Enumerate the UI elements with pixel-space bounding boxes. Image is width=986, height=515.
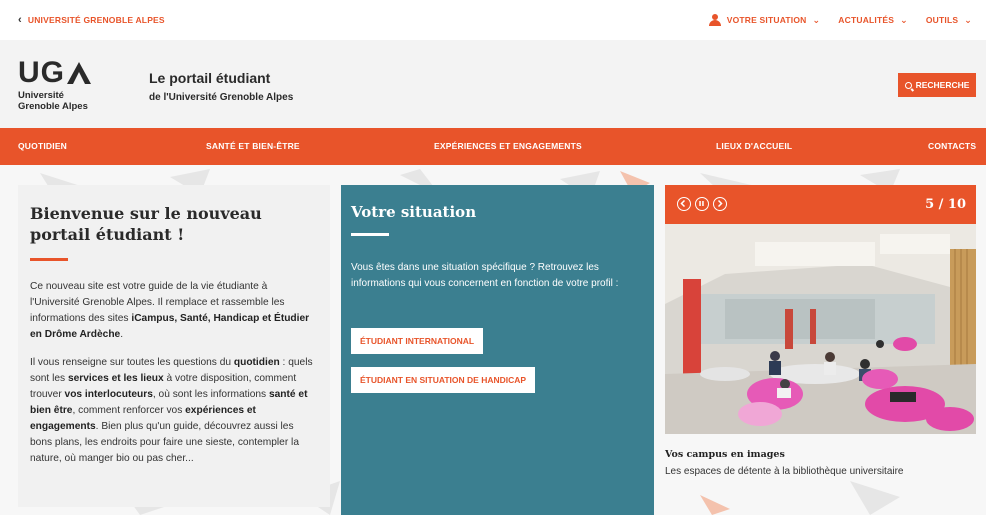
topnav-votre-situation[interactable]: VOTRE SITUATION ⌄ [708,14,821,26]
chevron-down-icon: ⌄ [812,14,821,25]
topnav-label: OUTILS [925,15,959,25]
nav-sante-bien-etre[interactable]: SANTÉ ET BIEN-ÊTRE [206,128,300,165]
situation-title-underline [351,233,389,236]
page-subtitle: de l'Université Grenoble Alpes [149,92,294,103]
nav-lieux-accueil[interactable]: LIEUX D'ACCUEIL [716,128,792,165]
back-link-label: UNIVERSITÉ GRENOBLE ALPES [27,15,165,25]
slide-caption-title: Vos campus en images [665,449,785,460]
welcome-title: Bienvenue sur le nouveau portail étudian… [30,204,262,244]
nav-quotidien[interactable]: QUOTIDIEN [18,128,67,165]
disability-student-button[interactable]: ÉTUDIANT EN SITUATION DE HANDICAP [351,367,536,393]
image-slider: 5 / 10 Vos campus en images Les espaces … [665,185,976,485]
main-nav: QUOTIDIEN SANTÉ ET BIEN-ÊTRE EXPÉRIENCES… [0,128,986,165]
logo-letters: UG [18,56,65,89]
topnav-label: VOTRE SITUATION [726,15,807,25]
logo-mark: UG [18,58,91,88]
chevron-down-icon: ⌄ [900,14,908,25]
top-bar: ‹ UNIVERSITÉ GRENOBLE ALPES VOTRE SITUAT… [0,0,986,40]
page-title: Le portail étudiant [149,70,271,86]
site-title: Le portail étudiant de l'Université Gren… [149,70,293,103]
slide-counter: 5 / 10 [925,197,966,212]
next-slide-icon[interactable] [713,197,727,211]
chevron-down-icon: ⌄ [964,14,972,25]
previous-slide-icon[interactable] [677,197,691,211]
slide-caption-text: Les espaces de détente à la bibliothèque… [665,466,904,477]
uga-logo[interactable]: UG Université Grenoble Alpes [18,58,91,112]
topnav-actualites[interactable]: ACTUALITÉS ⌄ [838,15,908,26]
logo-line-2: Grenoble Alpes [18,101,88,112]
slide-image[interactable] [665,224,976,434]
site-header: UG Université Grenoble Alpes Le portail … [0,40,986,128]
welcome-paragraph-1: Ce nouveau site est votre guide de la vi… [30,281,310,340]
slider-header: 5 / 10 [665,185,976,224]
welcome-panel: Bienvenue sur le nouveau portail étudian… [18,185,330,507]
topnav-outils[interactable]: OUTILS ⌄ [926,15,972,26]
situation-title: Votre situation [351,203,477,221]
nav-contacts[interactable]: CONTACTS [928,128,976,165]
situation-text: Vous êtes dans une situation spécifique … [351,262,619,289]
situation-panel: Votre situation Vous êtes dans une situa… [341,185,654,515]
back-to-university-link[interactable]: ‹ UNIVERSITÉ GRENOBLE ALPES [18,13,165,26]
search-button[interactable]: RECHERCHE [898,73,976,97]
welcome-title-underline [30,258,68,261]
nav-experiences-engagements[interactable]: EXPÉRIENCES ET ENGAGEMENTS [434,128,582,165]
logo-line-1: Université [18,90,64,101]
top-nav: VOTRE SITUATION ⌄ ACTUALITÉS ⌄ OUTILS ⌄ [708,14,972,26]
user-icon [708,14,721,26]
pause-icon[interactable] [695,197,709,211]
international-student-button[interactable]: ÉTUDIANT INTERNATIONAL [351,328,484,354]
search-button-label: RECHERCHE [915,80,970,90]
chevron-left-icon: ‹ [18,13,22,26]
welcome-paragraph-2: Il vous renseigne sur toutes les questio… [30,357,313,464]
topnav-label: ACTUALITÉS [838,15,895,25]
search-icon [904,81,912,89]
logo-a-chevron [67,62,91,84]
